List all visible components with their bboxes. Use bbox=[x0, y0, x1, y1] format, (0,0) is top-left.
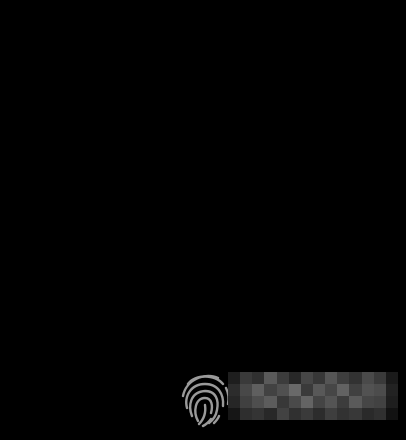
mosaic-cell bbox=[373, 372, 386, 384]
mosaic-cell bbox=[313, 408, 326, 420]
mosaic-cell bbox=[300, 396, 313, 408]
masked-label-mosaic bbox=[228, 372, 398, 420]
mosaic-cell bbox=[276, 396, 289, 408]
mosaic-cell bbox=[288, 408, 301, 420]
mosaic-cell bbox=[228, 372, 241, 384]
mosaic-cell bbox=[373, 384, 386, 396]
mosaic-cell bbox=[288, 384, 301, 396]
mosaic-cell bbox=[325, 372, 338, 384]
mosaic-cell bbox=[385, 396, 398, 408]
mosaic-cell bbox=[325, 396, 338, 408]
mosaic-cell bbox=[264, 396, 277, 408]
mosaic-cell bbox=[252, 384, 265, 396]
mosaic-cell bbox=[373, 396, 386, 408]
mosaic-cell bbox=[385, 408, 398, 420]
mosaic-cell bbox=[264, 384, 277, 396]
mosaic-cell bbox=[228, 408, 241, 420]
mosaic-cell bbox=[349, 372, 362, 384]
mosaic-cell bbox=[276, 384, 289, 396]
mosaic-cell bbox=[288, 396, 301, 408]
mosaic-cell bbox=[361, 372, 374, 384]
mosaic-cell bbox=[337, 384, 350, 396]
mosaic-cell bbox=[240, 396, 253, 408]
mosaic-cell bbox=[373, 408, 386, 420]
mosaic-cell bbox=[361, 384, 374, 396]
mosaic-cell bbox=[240, 372, 253, 384]
fingerprint-icon[interactable] bbox=[178, 366, 232, 428]
mosaic-cell bbox=[313, 396, 326, 408]
mosaic-cell bbox=[361, 408, 374, 420]
mosaic-cell bbox=[300, 372, 313, 384]
mosaic-cell bbox=[276, 372, 289, 384]
mosaic-cell bbox=[313, 372, 326, 384]
mosaic-cell bbox=[252, 372, 265, 384]
mosaic-cell bbox=[300, 408, 313, 420]
mosaic-cell bbox=[300, 384, 313, 396]
mosaic-cell bbox=[240, 384, 253, 396]
mosaic-cell bbox=[240, 408, 253, 420]
mosaic-cell bbox=[349, 408, 362, 420]
mosaic-cell bbox=[337, 396, 350, 408]
mosaic-cell bbox=[264, 408, 277, 420]
mosaic-cell bbox=[252, 396, 265, 408]
fingerprint-unlock-area[interactable] bbox=[178, 366, 398, 428]
mosaic-cell bbox=[349, 396, 362, 408]
mosaic-cell bbox=[385, 372, 398, 384]
mosaic-cell bbox=[276, 408, 289, 420]
mosaic-cell bbox=[349, 384, 362, 396]
mosaic-cell bbox=[228, 384, 241, 396]
mosaic-cell bbox=[325, 408, 338, 420]
mosaic-cell bbox=[337, 408, 350, 420]
mosaic-cell bbox=[325, 384, 338, 396]
mosaic-cell bbox=[385, 384, 398, 396]
mosaic-cell bbox=[252, 408, 265, 420]
mosaic-cell bbox=[361, 396, 374, 408]
mosaic-cell bbox=[337, 372, 350, 384]
mosaic-cell bbox=[313, 384, 326, 396]
mosaic-cell bbox=[228, 396, 241, 408]
lock-screen bbox=[0, 0, 406, 440]
mosaic-cell bbox=[288, 372, 301, 384]
mosaic-cell bbox=[264, 372, 277, 384]
